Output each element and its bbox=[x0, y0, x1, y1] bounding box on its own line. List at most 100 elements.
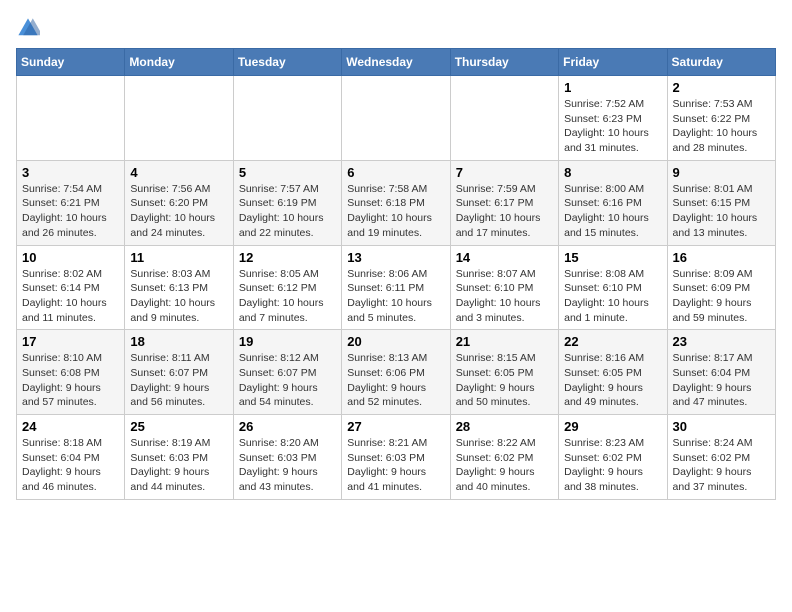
day-number: 11 bbox=[130, 250, 227, 265]
day-info: Sunrise: 8:00 AMSunset: 6:16 PMDaylight:… bbox=[564, 182, 661, 241]
day-number: 4 bbox=[130, 165, 227, 180]
day-info: Sunrise: 7:56 AMSunset: 6:20 PMDaylight:… bbox=[130, 182, 227, 241]
day-info: Sunrise: 8:24 AMSunset: 6:02 PMDaylight:… bbox=[673, 436, 770, 495]
logo bbox=[16, 16, 44, 40]
day-info: Sunrise: 8:18 AMSunset: 6:04 PMDaylight:… bbox=[22, 436, 119, 495]
calendar-week-row: 10 Sunrise: 8:02 AMSunset: 6:14 PMDayligh… bbox=[17, 245, 776, 330]
day-info: Sunrise: 7:58 AMSunset: 6:18 PMDaylight:… bbox=[347, 182, 444, 241]
calendar-day-9: 9Sunrise: 8:01 AMSunset: 6:15 PMDaylight… bbox=[667, 160, 775, 245]
calendar-empty-cell bbox=[125, 76, 233, 161]
weekday-header-monday: Monday bbox=[125, 49, 233, 76]
day-info: Sunrise: 8:10 AMSunset: 6:08 PMDaylight:… bbox=[22, 351, 119, 410]
weekday-header-tuesday: Tuesday bbox=[233, 49, 341, 76]
day-number: 7 bbox=[456, 165, 553, 180]
day-info: Sunrise: 8:19 AMSunset: 6:03 PMDaylight:… bbox=[130, 436, 227, 495]
calendar-day-15: 15 Sunrise: 8:08 AMSunset: 6:10 PMDayligh… bbox=[559, 245, 667, 330]
day-number: 19 bbox=[239, 334, 336, 349]
day-number: 8 bbox=[564, 165, 661, 180]
calendar-day-22: 22 Sunrise: 8:16 AMSunset: 6:05 PMDayligh… bbox=[559, 330, 667, 415]
day-info: Sunrise: 8:01 AMSunset: 6:15 PMDaylight:… bbox=[673, 182, 770, 241]
day-info: Sunrise: 7:53 AMSunset: 6:22 PMDaylight:… bbox=[673, 97, 770, 156]
day-number: 29 bbox=[564, 419, 661, 434]
day-number: 25 bbox=[130, 419, 227, 434]
calendar-day-25: 25 Sunrise: 8:19 AMSunset: 6:03 PMDayligh… bbox=[125, 415, 233, 500]
calendar-week-row: 3 Sunrise: 7:54 AMSunset: 6:21 PMDaylight… bbox=[17, 160, 776, 245]
day-info: Sunrise: 7:59 AMSunset: 6:17 PMDaylight:… bbox=[456, 182, 553, 241]
calendar-day-2: 2 Sunrise: 7:53 AMSunset: 6:22 PMDaylight… bbox=[667, 76, 775, 161]
calendar-day-23: 23 Sunrise: 8:17 AMSunset: 6:04 PMDayligh… bbox=[667, 330, 775, 415]
calendar-day-24: 24 Sunrise: 8:18 AMSunset: 6:04 PMDayligh… bbox=[17, 415, 125, 500]
calendar-day-20: 20Sunrise: 8:13 AMSunset: 6:06 PMDayligh… bbox=[342, 330, 450, 415]
day-info: Sunrise: 7:52 AMSunset: 6:23 PMDaylight:… bbox=[564, 97, 661, 156]
day-number: 22 bbox=[564, 334, 661, 349]
calendar-day-16: 16 Sunrise: 8:09 AMSunset: 6:09 PMDayligh… bbox=[667, 245, 775, 330]
calendar-table: SundayMondayTuesdayWednesdayThursdayFrid… bbox=[16, 48, 776, 500]
day-number: 14 bbox=[456, 250, 553, 265]
day-info: Sunrise: 8:11 AMSunset: 6:07 PMDaylight:… bbox=[130, 351, 227, 410]
day-number: 15 bbox=[564, 250, 661, 265]
day-info: Sunrise: 7:57 AMSunset: 6:19 PMDaylight:… bbox=[239, 182, 336, 241]
day-number: 18 bbox=[130, 334, 227, 349]
day-info: Sunrise: 8:21 AMSunset: 6:03 PMDaylight:… bbox=[347, 436, 444, 495]
calendar-day-5: 5 Sunrise: 7:57 AMSunset: 6:19 PMDaylight… bbox=[233, 160, 341, 245]
day-number: 17 bbox=[22, 334, 119, 349]
calendar-day-11: 11Sunrise: 8:03 AMSunset: 6:13 PMDayligh… bbox=[125, 245, 233, 330]
day-info: Sunrise: 8:08 AMSunset: 6:10 PMDaylight:… bbox=[564, 267, 661, 326]
calendar-day-14: 14 Sunrise: 8:07 AMSunset: 6:10 PMDayligh… bbox=[450, 245, 558, 330]
calendar-day-10: 10 Sunrise: 8:02 AMSunset: 6:14 PMDayligh… bbox=[17, 245, 125, 330]
day-info: Sunrise: 8:07 AMSunset: 6:10 PMDaylight:… bbox=[456, 267, 553, 326]
calendar-day-29: 29 Sunrise: 8:23 AMSunset: 6:02 PMDayligh… bbox=[559, 415, 667, 500]
day-info: Sunrise: 8:06 AMSunset: 6:11 PMDaylight:… bbox=[347, 267, 444, 326]
calendar-day-27: 27 Sunrise: 8:21 AMSunset: 6:03 PMDayligh… bbox=[342, 415, 450, 500]
calendar-empty-cell bbox=[450, 76, 558, 161]
weekday-header-thursday: Thursday bbox=[450, 49, 558, 76]
day-info: Sunrise: 8:12 AMSunset: 6:07 PMDaylight:… bbox=[239, 351, 336, 410]
calendar-day-18: 18 Sunrise: 8:11 AMSunset: 6:07 PMDayligh… bbox=[125, 330, 233, 415]
weekday-header-wednesday: Wednesday bbox=[342, 49, 450, 76]
day-number: 28 bbox=[456, 419, 553, 434]
day-number: 2 bbox=[673, 80, 770, 95]
day-number: 6 bbox=[347, 165, 444, 180]
day-info: Sunrise: 7:54 AMSunset: 6:21 PMDaylight:… bbox=[22, 182, 119, 241]
logo-icon bbox=[16, 16, 40, 40]
calendar-day-7: 7 Sunrise: 7:59 AMSunset: 6:17 PMDaylight… bbox=[450, 160, 558, 245]
day-info: Sunrise: 8:23 AMSunset: 6:02 PMDaylight:… bbox=[564, 436, 661, 495]
day-info: Sunrise: 8:22 AMSunset: 6:02 PMDaylight:… bbox=[456, 436, 553, 495]
day-info: Sunrise: 8:09 AMSunset: 6:09 PMDaylight:… bbox=[673, 267, 770, 326]
calendar-empty-cell bbox=[233, 76, 341, 161]
calendar-header-row: SundayMondayTuesdayWednesdayThursdayFrid… bbox=[17, 49, 776, 76]
day-number: 5 bbox=[239, 165, 336, 180]
calendar-day-1: 1 Sunrise: 7:52 AMSunset: 6:23 PMDaylight… bbox=[559, 76, 667, 161]
calendar-day-3: 3 Sunrise: 7:54 AMSunset: 6:21 PMDaylight… bbox=[17, 160, 125, 245]
calendar-day-4: 4 Sunrise: 7:56 AMSunset: 6:20 PMDaylight… bbox=[125, 160, 233, 245]
day-info: Sunrise: 8:17 AMSunset: 6:04 PMDaylight:… bbox=[673, 351, 770, 410]
calendar-week-row: 24 Sunrise: 8:18 AMSunset: 6:04 PMDayligh… bbox=[17, 415, 776, 500]
calendar-week-row: 1 Sunrise: 7:52 AMSunset: 6:23 PMDaylight… bbox=[17, 76, 776, 161]
day-number: 27 bbox=[347, 419, 444, 434]
day-info: Sunrise: 8:16 AMSunset: 6:05 PMDaylight:… bbox=[564, 351, 661, 410]
day-number: 3 bbox=[22, 165, 119, 180]
day-info: Sunrise: 8:15 AMSunset: 6:05 PMDaylight:… bbox=[456, 351, 553, 410]
calendar-day-28: 28 Sunrise: 8:22 AMSunset: 6:02 PMDayligh… bbox=[450, 415, 558, 500]
day-number: 12 bbox=[239, 250, 336, 265]
day-number: 13 bbox=[347, 250, 444, 265]
calendar-day-6: 6 Sunrise: 7:58 AMSunset: 6:18 PMDaylight… bbox=[342, 160, 450, 245]
day-info: Sunrise: 8:05 AMSunset: 6:12 PMDaylight:… bbox=[239, 267, 336, 326]
calendar-day-12: 12 Sunrise: 8:05 AMSunset: 6:12 PMDayligh… bbox=[233, 245, 341, 330]
calendar-week-row: 17 Sunrise: 8:10 AMSunset: 6:08 PMDayligh… bbox=[17, 330, 776, 415]
day-number: 23 bbox=[673, 334, 770, 349]
weekday-header-saturday: Saturday bbox=[667, 49, 775, 76]
calendar-day-21: 21Sunrise: 8:15 AMSunset: 6:05 PMDayligh… bbox=[450, 330, 558, 415]
day-info: Sunrise: 8:20 AMSunset: 6:03 PMDaylight:… bbox=[239, 436, 336, 495]
day-number: 10 bbox=[22, 250, 119, 265]
page-header bbox=[16, 16, 776, 40]
day-info: Sunrise: 8:02 AMSunset: 6:14 PMDaylight:… bbox=[22, 267, 119, 326]
day-number: 26 bbox=[239, 419, 336, 434]
day-number: 1 bbox=[564, 80, 661, 95]
calendar-day-30: 30Sunrise: 8:24 AMSunset: 6:02 PMDayligh… bbox=[667, 415, 775, 500]
calendar-empty-cell bbox=[17, 76, 125, 161]
day-number: 16 bbox=[673, 250, 770, 265]
calendar-day-26: 26 Sunrise: 8:20 AMSunset: 6:03 PMDayligh… bbox=[233, 415, 341, 500]
day-number: 24 bbox=[22, 419, 119, 434]
day-number: 20 bbox=[347, 334, 444, 349]
